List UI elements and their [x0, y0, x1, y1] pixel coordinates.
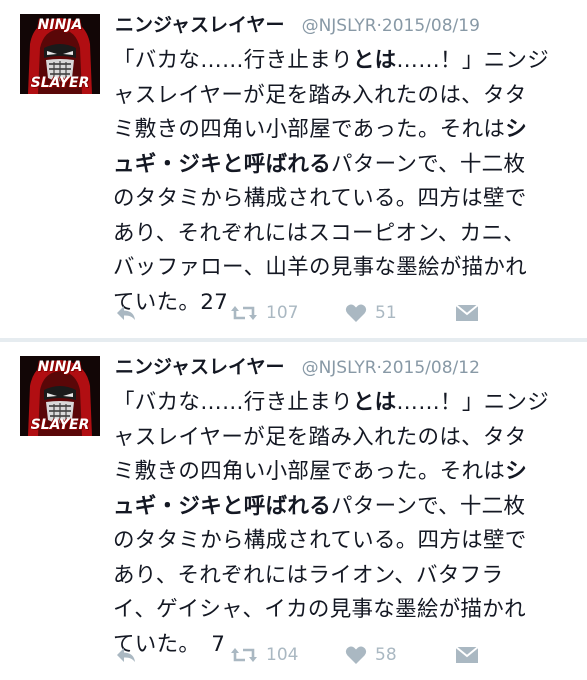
- reply-icon: [117, 306, 135, 320]
- tweet-text: 「バカな……行き止まりとは……！」ニンジ ャスレイヤーが足を踏み入れたのは、タタ…: [113, 386, 583, 662]
- tweet-actions: 104 58: [115, 642, 585, 668]
- handle[interactable]: @NJSLYR: [302, 16, 377, 36]
- display-name[interactable]: ニンジャスレイヤー: [115, 14, 284, 36]
- tweet[interactable]: NINJA SLAYER ニンジャスレイヤー @NJSLYR·2015/08/1…: [0, 342, 587, 680]
- tweet-line: ャスレイヤーが足を踏み入れたのは、タタ: [113, 82, 527, 108]
- retweet-button[interactable]: 104: [230, 642, 298, 668]
- tweet-line: ュギ・ジキと呼ばれるパターンで、十二枚: [113, 493, 526, 519]
- avatar[interactable]: NINJA SLAYER: [20, 14, 100, 94]
- retweet-count: 104: [266, 645, 299, 665]
- tweet-line: あり、それぞれにはライオン、バタフラ: [113, 562, 504, 588]
- tweet-line: ミ敷きの四角い小部屋であった。それはシ: [113, 459, 527, 484]
- avatar-label-top: NINJA: [37, 359, 83, 375]
- handle[interactable]: @NJSLYR: [302, 358, 377, 378]
- direct-message-button[interactable]: [455, 642, 479, 668]
- retweet-icon: [231, 306, 257, 320]
- avatar-label-bottom: SLAYER: [30, 417, 90, 433]
- avatar[interactable]: NINJA SLAYER: [20, 356, 100, 436]
- like-count: 58: [375, 645, 397, 665]
- display-name[interactable]: ニンジャスレイヤー: [115, 356, 284, 378]
- reply-button[interactable]: [115, 300, 137, 326]
- retweet-button[interactable]: 107: [230, 300, 298, 326]
- retweet-icon: [231, 648, 257, 662]
- like-count: 51: [375, 303, 397, 323]
- tweet-line: ュギ・ジキと呼ばれるパターンで、十二枚: [113, 151, 526, 177]
- tweet[interactable]: NINJA SLAYER ニンジャスレイヤー @NJSLYR·2015/08/1…: [0, 0, 587, 338]
- direct-message-button[interactable]: [455, 300, 479, 326]
- tweet-line: バッファロー、山羊の見事な墨絵が描かれ: [113, 255, 527, 280]
- avatar-label-bottom: SLAYER: [30, 75, 90, 91]
- envelope-icon: [455, 646, 479, 663]
- heart-icon: [345, 304, 367, 322]
- tweet-header: ニンジャスレイヤー @NJSLYR·2015/08/12: [115, 352, 575, 382]
- heart-icon: [345, 646, 367, 664]
- reply-icon: [117, 648, 135, 662]
- retweet-count: 107: [266, 303, 299, 323]
- tweet-line: イ、ゲイシャ、イカの見事な墨絵が描かれ: [113, 597, 526, 622]
- tweet-line: 「バカな……行き止まりとは……！」ニンジ: [113, 390, 550, 415]
- tweet-line: ャスレイヤーが足を踏み入れたのは、タタ: [113, 424, 527, 450]
- like-button[interactable]: 58: [345, 642, 397, 668]
- envelope-icon: [455, 304, 479, 321]
- tweet-text: 「バカな……行き止まりとは……！」ニンジ ャスレイヤーが足を踏み入れたのは、タタ…: [113, 44, 583, 320]
- tweet-line: あり、それぞれにはスコーピオン、カニ、: [113, 220, 526, 246]
- tweet-date[interactable]: 2015/08/19: [382, 16, 480, 36]
- tweet-actions: 107 51: [115, 300, 585, 326]
- reply-button[interactable]: [115, 642, 137, 668]
- tweet-line: 「バカな……行き止まりとは……！」ニンジ: [113, 48, 550, 73]
- tweet-line: のタタミから構成されている。四方は壁で: [113, 186, 527, 211]
- tweet-line: のタタミから構成されている。四方は壁で: [113, 528, 527, 553]
- tweet-date[interactable]: 2015/08/12: [382, 358, 480, 378]
- tweet-line: ミ敷きの四角い小部屋であった。それはシ: [113, 117, 527, 142]
- tweet-header: ニンジャスレイヤー @NJSLYR·2015/08/19: [115, 10, 575, 40]
- like-button[interactable]: 51: [345, 300, 397, 326]
- avatar-label-top: NINJA: [37, 17, 83, 33]
